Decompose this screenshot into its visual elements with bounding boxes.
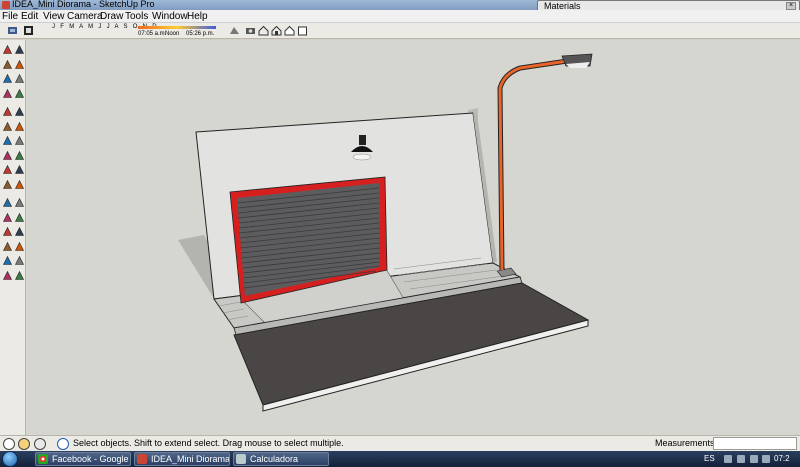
menu-camera[interactable]: Camera [67, 10, 103, 23]
section-plane-icon[interactable] [14, 270, 25, 281]
previous-view-icon[interactable] [14, 241, 25, 252]
clock[interactable]: 07:2 [774, 454, 790, 463]
battery-icon[interactable] [762, 455, 770, 463]
rectangle-icon[interactable] [2, 73, 13, 84]
rotate-icon[interactable] [2, 135, 13, 146]
shadow-toggle-icon[interactable] [6, 24, 19, 37]
zoom-icon[interactable] [2, 226, 13, 237]
measurements-input[interactable] [713, 437, 797, 450]
task-calculator[interactable]: Calculadora [233, 452, 329, 466]
look-around-icon[interactable] [14, 255, 25, 266]
task-facebook[interactable]: Facebook - Google C... [35, 452, 131, 466]
task-label: Calculadora [250, 454, 299, 464]
zoom-extents-icon[interactable] [2, 241, 13, 252]
time-noon-label: Noon [165, 31, 180, 37]
tape-measure-icon[interactable] [2, 164, 13, 175]
polygon-icon[interactable] [2, 106, 13, 117]
axes-icon[interactable] [2, 197, 13, 208]
circle-icon[interactable] [2, 88, 13, 99]
pan-icon[interactable] [14, 212, 25, 223]
menu-view[interactable]: View [43, 10, 65, 23]
menu-file[interactable]: File [2, 10, 18, 23]
house-back-icon[interactable] [296, 24, 309, 37]
time-slider-track[interactable] [138, 26, 216, 29]
push-pull-icon[interactable] [14, 121, 25, 132]
diorama-scene[interactable] [26, 40, 800, 435]
follow-me-icon[interactable] [14, 135, 25, 146]
dimension-icon[interactable] [14, 164, 25, 175]
tray-flag-icon[interactable] [724, 455, 732, 463]
text-icon[interactable] [14, 179, 25, 190]
menu-tools[interactable]: Tools [125, 10, 148, 23]
time-end-label: 05:26 p.m. [186, 31, 215, 37]
paint-bucket-icon[interactable] [2, 59, 13, 70]
network-icon[interactable] [737, 455, 745, 463]
menu-edit[interactable]: Edit [21, 10, 38, 23]
model-viewport[interactable] [26, 40, 800, 435]
geo-location-icon[interactable] [3, 438, 15, 450]
time-start-label: 07:05 a.m. [138, 31, 167, 37]
close-icon[interactable]: × [786, 2, 796, 10]
zoom-window-icon[interactable] [14, 226, 25, 237]
home-view-icon[interactable] [257, 24, 270, 37]
house-front-icon[interactable] [270, 24, 283, 37]
menu-bar: File Edit View Camera Draw Tools Window … [0, 10, 800, 23]
menu-help[interactable]: Help [187, 10, 208, 23]
task-label: IDEA_Mini Diorama - ... [151, 454, 230, 464]
taskbar: Facebook - Google C... IDEA_Mini Diorama… [0, 451, 800, 467]
start-button[interactable] [2, 451, 18, 467]
volume-icon[interactable] [750, 455, 758, 463]
orbit-icon[interactable] [2, 212, 13, 223]
language-indicator[interactable]: ES [704, 454, 715, 463]
arc-icon[interactable] [14, 88, 25, 99]
toolbar: J F M A M J J A S O N D 07:05 a.m. Noon … [0, 23, 800, 39]
select-icon[interactable] [2, 44, 13, 55]
line-icon[interactable] [14, 73, 25, 84]
status-message: Select objects. Shift to extend select. … [73, 438, 344, 448]
chrome-icon [38, 454, 48, 464]
offset-icon[interactable] [14, 150, 25, 161]
credits-icon[interactable] [18, 438, 30, 450]
scale-icon[interactable] [2, 150, 13, 161]
task-sketchup[interactable]: IDEA_Mini Diorama - ... [134, 452, 230, 466]
help-icon[interactable] [57, 438, 69, 450]
task-label: Facebook - Google C... [52, 454, 130, 464]
walk-icon[interactable] [2, 255, 13, 266]
street-lamp [496, 53, 593, 278]
move-icon[interactable] [2, 121, 13, 132]
status-bar: Select objects. Shift to extend select. … [0, 435, 800, 451]
component-icon[interactable] [14, 44, 25, 55]
shadow-settings-icon[interactable] [22, 24, 35, 37]
calculator-icon [236, 454, 246, 464]
sketchup-icon [2, 1, 10, 9]
position-camera-icon[interactable] [2, 270, 13, 281]
3d-text-icon[interactable] [14, 197, 25, 208]
sketchup-icon [137, 454, 147, 464]
protractor-icon[interactable] [2, 179, 13, 190]
eraser-icon[interactable] [14, 59, 25, 70]
measurements-label: Measurements [655, 438, 715, 448]
menu-window[interactable]: Window [152, 10, 188, 23]
house-side-icon[interactable] [283, 24, 296, 37]
window-title: IDEA_Mini Diorama - SketchUp Pro [12, 0, 155, 9]
user-icon[interactable] [34, 438, 46, 450]
fog-icon[interactable] [228, 24, 241, 37]
tool-palette [0, 40, 26, 435]
camera-icon[interactable] [244, 24, 257, 37]
shadow-settings: J F M A M J J A S O N D 07:05 a.m. Noon … [38, 24, 218, 38]
menu-draw[interactable]: Draw [100, 10, 123, 23]
freehand-icon[interactable] [14, 106, 25, 117]
